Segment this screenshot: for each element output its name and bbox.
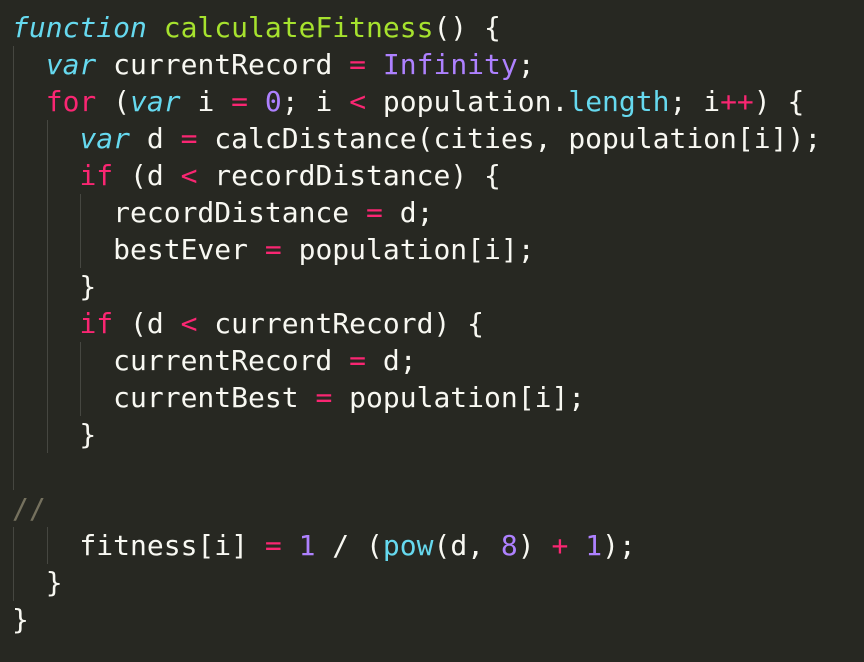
code-line[interactable]: var currentRecord = Infinity; [12, 46, 535, 83]
code-token: < [180, 159, 198, 192]
code-token: + [551, 529, 569, 562]
code-token: = [264, 529, 282, 562]
code-token: d [130, 122, 181, 155]
code-token: var [130, 85, 181, 118]
code-line[interactable]: // [12, 490, 46, 527]
code-line[interactable]: function calculateFitness() { [12, 9, 501, 46]
code-line[interactable]: recordDistance = d; [12, 194, 433, 231]
code-line[interactable]: bestEver = population[i]; [12, 231, 535, 268]
code-token: 1 [585, 529, 603, 562]
code-token: length [568, 85, 670, 118]
code-token: = [315, 381, 333, 414]
code-token: function [12, 11, 147, 44]
code-token: ; [517, 48, 535, 81]
code-token: recordDistance [12, 196, 367, 229]
code-line[interactable]: } [12, 416, 96, 453]
code-token: = [349, 48, 367, 81]
code-token: population[i]; [332, 381, 586, 414]
code-token: ; i [669, 85, 721, 118]
code-token: = [180, 122, 198, 155]
code-token: } [12, 566, 63, 599]
code-editor[interactable]: function calculateFitness() { var curren… [0, 0, 864, 662]
code-token: < [349, 85, 367, 118]
code-token: (d, [433, 529, 501, 562]
code-line[interactable]: } [12, 564, 63, 601]
code-token: currentRecord [96, 48, 350, 81]
code-token: calculateFitness [163, 11, 434, 44]
code-token: (d [113, 159, 181, 192]
code-token: 1 [298, 529, 316, 562]
code-token: calcDistance(cities, population[i]); [197, 122, 822, 155]
code-token: } [12, 418, 97, 451]
code-token: / ( [315, 529, 383, 562]
code-token: () { [433, 11, 501, 44]
code-line[interactable]: currentRecord = d; [12, 342, 417, 379]
code-token: Infinity [382, 48, 518, 81]
code-line[interactable]: } [12, 268, 96, 305]
code-token: fitness[i] [12, 529, 265, 562]
code-token: if [79, 307, 114, 340]
code-token: recordDistance) { [197, 159, 501, 192]
code-token: pow [382, 529, 434, 562]
code-token: i [180, 85, 232, 118]
code-token: ( [96, 85, 131, 118]
code-token: // [12, 492, 46, 525]
code-token: currentRecord) { [197, 307, 485, 340]
code-token: bestEver [12, 233, 265, 266]
code-line[interactable]: var d = calcDistance(cities, population[… [12, 120, 821, 157]
code-token: if [79, 159, 114, 192]
code-line[interactable]: fitness[i] = 1 / (pow(d, 8) + 1); [12, 527, 636, 564]
code-token: = [231, 85, 249, 118]
code-line[interactable]: currentBest = population[i]; [12, 379, 585, 416]
code-token: population[i]; [281, 233, 535, 266]
code-token: ) { [753, 85, 805, 118]
code-token: = [366, 196, 383, 229]
code-token: ; i [281, 85, 350, 118]
code-token: 0 [264, 85, 282, 118]
code-token: ++ [720, 85, 754, 118]
code-token: population. [366, 85, 569, 118]
code-token: ); [602, 529, 636, 562]
code-token: 8 [500, 529, 518, 562]
code-line[interactable]: for (var i = 0; i < population.length; i… [12, 83, 805, 120]
code-token: var [79, 122, 131, 155]
code-token: var [45, 48, 97, 81]
code-token: } [12, 270, 97, 303]
code-token: d; [366, 344, 417, 377]
code-token: < [180, 307, 198, 340]
code-token: currentRecord [12, 344, 350, 377]
code-token: currentBest [12, 381, 316, 414]
code-token: = [349, 344, 367, 377]
code-token: (d [113, 307, 181, 340]
code-token: d; [382, 196, 434, 229]
code-token: } [12, 603, 29, 636]
code-token: ) [517, 529, 552, 562]
code-token: = [264, 233, 282, 266]
code-line[interactable]: } [12, 601, 29, 638]
code-line[interactable]: if (d < currentRecord) { [12, 305, 484, 342]
code-line[interactable]: if (d < recordDistance) { [12, 157, 501, 194]
code-token: for [45, 85, 97, 118]
